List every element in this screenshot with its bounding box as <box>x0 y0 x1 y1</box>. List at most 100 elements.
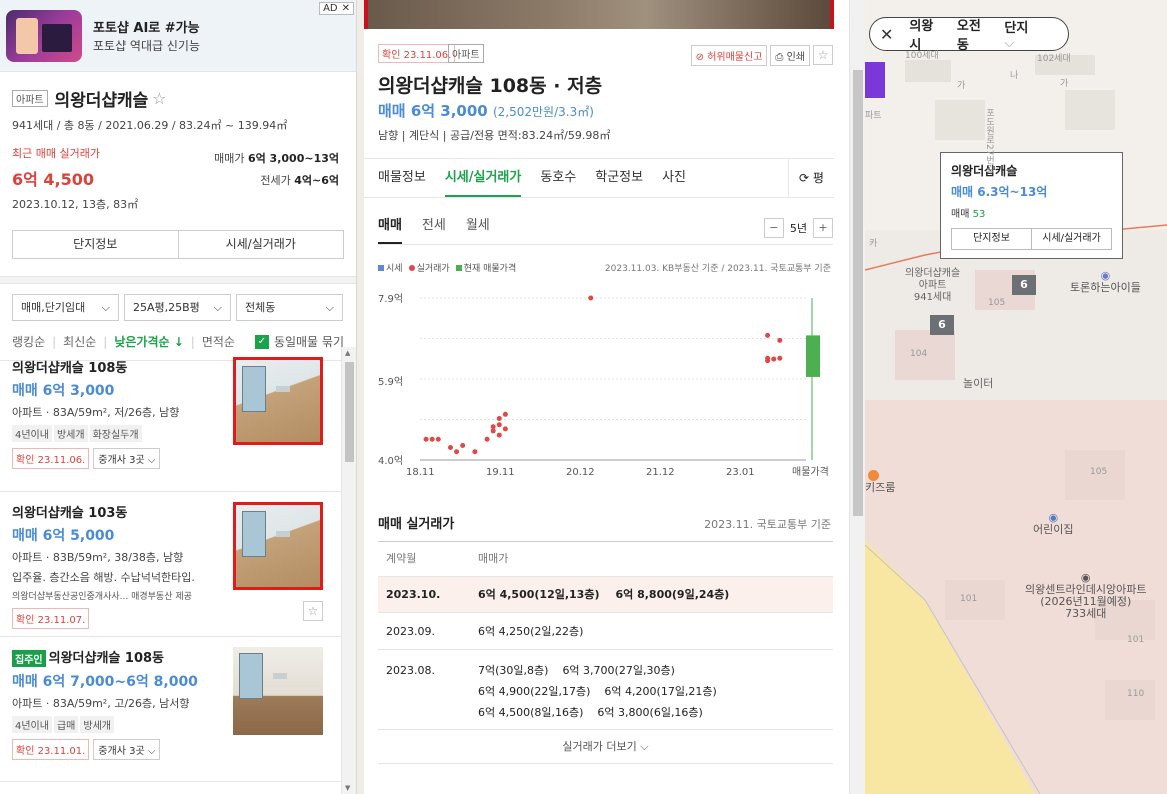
owner-badge: 집주인 <box>12 650 46 667</box>
scroll-down-icon[interactable]: ▼ <box>345 784 350 792</box>
legend-swatch <box>455 265 462 271</box>
map-label-100: 100세대 <box>905 51 939 61</box>
list-item[interactable]: 의왕더샵캐슬 103동 매매 6억 5,000 아파트 · 83B/59m², … <box>0 492 341 637</box>
print-button[interactable]: ⎙ 인쇄 <box>770 45 810 66</box>
confirm-date: 확인 23.11.07. <box>12 608 90 629</box>
deal-point <box>490 424 496 430</box>
agents-dropdown[interactable]: 중개사 3곳 ⌵ <box>93 739 161 760</box>
deal: 6억 4,200(17일,21층) <box>604 685 717 698</box>
legend-swatch <box>378 265 384 271</box>
deal-point <box>765 332 771 338</box>
deal-point <box>429 436 435 442</box>
tab-jeonse[interactable]: 전세 <box>422 212 446 244</box>
map-label-kids[interactable]: 키즈룸 <box>865 482 895 494</box>
map-canvas[interactable] <box>865 0 1167 794</box>
detail-info: 남향 | 계단식 | 공급/전용 면적:83.24㎡/59.98㎡ <box>378 129 611 142</box>
map-view[interactable]: ✕ 의왕시 오전동 단지 ⌵ 의왕더샵캐슬 매매 6.3억~13억 매매 53 … <box>865 0 1167 794</box>
favorite-star-icon[interactable]: ☆ <box>813 45 833 65</box>
more-deals-button[interactable]: 실거래가 더보기 ⌵ <box>378 730 833 764</box>
map-marker[interactable] <box>865 62 885 98</box>
minus-icon[interactable]: − <box>763 218 784 238</box>
chevron-down-icon: ⌵ <box>325 301 334 314</box>
deal-point <box>447 445 453 451</box>
table-row: 2023.08. 7억(30일,8층) 6억 3,700(27일,30층) 6억 … <box>378 650 833 730</box>
map-label-101a: 101 <box>960 594 978 604</box>
tab-photos[interactable]: 사진 <box>662 159 686 197</box>
scroll-thumb[interactable] <box>853 70 863 516</box>
plus-icon[interactable]: + <box>813 218 833 238</box>
map-location-bar[interactable]: ✕ 의왕시 오전동 단지 ⌵ <box>869 15 1069 53</box>
period-value: 5년 <box>789 222 807 235</box>
x-tick-label: 20.12 <box>566 467 595 478</box>
tab-school[interactable]: 학군정보 <box>595 159 643 197</box>
recent-date: 2023.10.12, 13층, 83㎡ <box>12 198 139 211</box>
map-label-parts: 파트 <box>865 111 882 121</box>
dong-select[interactable]: 전체동 ⌵ <box>236 294 343 321</box>
tab-monthly[interactable]: 월세 <box>466 212 490 244</box>
map-label-110: 110 <box>1127 689 1145 699</box>
sale-label: 매매가 <box>214 152 245 165</box>
tab-unit[interactable]: 동호수 <box>540 159 576 197</box>
popup-price-button[interactable]: 시세/실거래가 <box>1032 228 1112 250</box>
popup-info-button[interactable]: 단지정보 <box>951 228 1032 250</box>
ad-title[interactable]: 포토샵 AI로 #가능 <box>93 17 200 36</box>
complex-type-tag: 아파트 <box>12 90 48 107</box>
legend-actual: 실거래가 <box>408 261 450 274</box>
listing-photo[interactable] <box>233 647 323 735</box>
listing-photo[interactable] <box>233 502 323 590</box>
col-month: 계약월 <box>386 552 417 565</box>
ad-close-icon[interactable]: ✕ <box>342 3 350 14</box>
legend-market-label: 시세 <box>386 264 403 274</box>
favorite-star-icon[interactable]: ☆ <box>152 89 166 108</box>
map-label-daycare[interactable]: ◉ 어린이집 <box>1033 512 1073 536</box>
list-scrollbar[interactable]: ▲ ▼ <box>341 347 356 794</box>
ad-banner[interactable]: 포토샵 AI로 #가능 포토샵 역대급 신기능 AD ✕ <box>0 0 356 72</box>
map-label-school[interactable]: ◉ 토론하는아이들 <box>1070 270 1141 294</box>
list-item[interactable]: 집주인 의왕더샵캐슬 108동 매매 6억 7,000~6억 8,000 아파트 … <box>0 637 341 782</box>
tab-listing-info[interactable]: 매물정보 <box>378 159 426 197</box>
trade-type-select[interactable]: 매매,단기임대 ⌵ <box>12 294 119 321</box>
listing-count-marker[interactable]: 6 <box>930 315 954 335</box>
chevron-down-icon: ⌵ <box>213 301 222 314</box>
map-label-ka: 카 <box>869 239 878 249</box>
detail-photo[interactable] <box>364 0 834 29</box>
complex-filter-label: 단지 <box>1004 21 1029 36</box>
unit-toggle-button[interactable]: ⟳ 평 <box>788 159 834 197</box>
map-label-101b: 101 <box>1127 635 1145 645</box>
price-history-button[interactable]: 시세/실거래가 <box>178 230 344 259</box>
favorite-star-icon[interactable]: ☆ <box>303 601 323 621</box>
legend-current-label: 현재 매물가격 <box>463 264 517 274</box>
agents-label: 중개사 3곳 <box>98 455 145 466</box>
deal-point <box>423 436 429 442</box>
close-icon[interactable]: ✕ <box>880 25 893 44</box>
map-label-apt[interactable]: ◉ 의왕센트라인데시앙아파트 (2026년11월예정) 733세대 <box>1025 572 1146 620</box>
area-value: 25A평,25B평 <box>133 301 200 314</box>
map-label-complex[interactable]: 의왕더샵캐슬 아파트 941세대 <box>905 268 960 304</box>
area-select[interactable]: 25A평,25B평 ⌵ <box>124 294 231 321</box>
x-tick-label: 매물가격 <box>792 465 829 478</box>
complex-buttons: 단지정보 시세/실거래가 <box>12 230 344 259</box>
locality[interactable]: 의왕시 <box>909 15 939 53</box>
map-popup[interactable]: 의왕더샵캐슬 매매 6.3억~13억 매매 53 단지정보 시세/실거래가 <box>940 152 1123 259</box>
trade-tabs: 매매 전세 월세 −5년 + <box>378 212 833 245</box>
ad-badge[interactable]: AD ✕ <box>319 2 354 15</box>
detail-panel: 확인 23.11.06. 아파트 ⊘ 허위매물신고 ⎙ 인쇄 ☆ 의왕더샵캐슬 … <box>364 0 849 794</box>
agents-dropdown[interactable]: 중개사 3곳 ⌵ <box>93 448 161 469</box>
popup-price: 매매 6.3억~13억 <box>951 185 1048 199</box>
tab-sale[interactable]: 매매 <box>378 212 402 244</box>
map-label-playground[interactable]: 놀이터 <box>963 378 993 390</box>
dong[interactable]: 오전동 <box>957 15 987 53</box>
report-button[interactable]: ⊘ 허위매물신고 <box>690 45 768 66</box>
list-item[interactable]: 의왕더샵캐슬 108동 매매 6억 3,000 아파트 · 83A/59m², … <box>0 347 341 492</box>
deal-point <box>460 442 466 448</box>
listing-photo[interactable] <box>233 357 323 445</box>
complex-filter[interactable]: 단지 ⌵ <box>1004 17 1051 51</box>
deal-point <box>771 356 777 362</box>
tab-price-history[interactable]: 시세/실거래가 <box>444 159 522 197</box>
ad-image[interactable] <box>6 10 82 62</box>
scroll-up-icon[interactable]: ▲ <box>345 349 350 357</box>
scroll-thumb[interactable] <box>345 362 354 462</box>
complex-info-button[interactable]: 단지정보 <box>12 230 179 259</box>
listing-count-marker[interactable]: 6 <box>1012 275 1036 295</box>
detail-scrollbar[interactable] <box>849 0 865 794</box>
